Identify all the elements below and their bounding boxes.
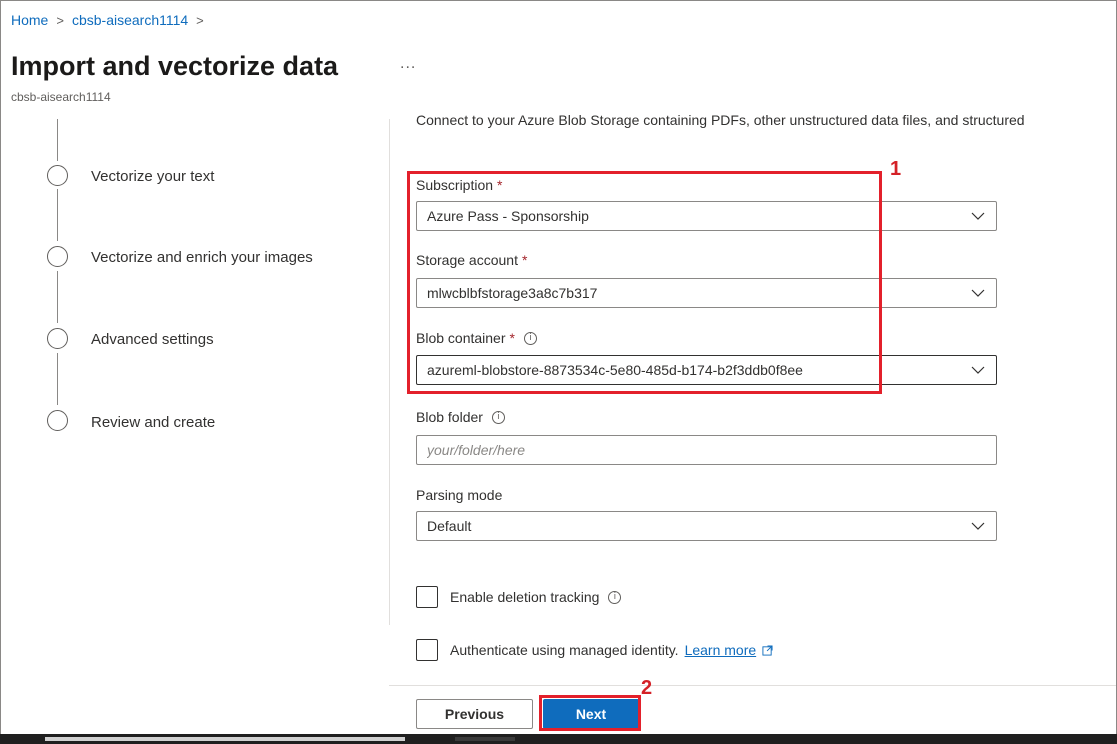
panel-divider (389, 119, 390, 625)
parsing-mode-value: Default (427, 518, 472, 534)
app-window: Home > cbsb-aisearch1114 > Import and ve… (0, 0, 1117, 736)
step-connector (57, 119, 58, 161)
parsing-mode-label-text: Parsing mode (416, 487, 503, 503)
blob-folder-label: Blob folder i (416, 409, 505, 425)
step-circle-icon (47, 165, 68, 186)
more-options-button[interactable]: ... (400, 55, 416, 73)
chevron-right-icon: > (196, 12, 204, 28)
taskbar-strip (0, 734, 1117, 744)
step-review-create[interactable]: Review and create (91, 414, 215, 431)
chevron-down-icon (971, 289, 985, 297)
blob-folder-label-text: Blob folder (416, 409, 483, 425)
page-subtitle: cbsb-aisearch1114 (11, 90, 111, 104)
chevron-down-icon (971, 366, 985, 374)
annotation-box-1 (407, 171, 882, 394)
breadcrumb: Home > cbsb-aisearch1114 > (11, 12, 204, 28)
step-vectorize-text[interactable]: Vectorize your text (91, 168, 214, 185)
annotation-number-1: 1 (890, 158, 902, 180)
breadcrumb-service-link[interactable]: cbsb-aisearch1114 (72, 12, 188, 28)
previous-button[interactable]: Previous (416, 699, 533, 729)
step-connector (57, 271, 58, 323)
info-icon[interactable]: i (608, 590, 622, 604)
chevron-down-icon (971, 522, 985, 530)
scrollbar-thumb[interactable] (45, 737, 405, 741)
chevron-down-icon (971, 212, 985, 220)
step-advanced-settings[interactable]: Advanced settings (91, 331, 214, 348)
managed-identity-row: Authenticate using managed identity. Lea… (416, 639, 773, 661)
deletion-tracking-checkbox[interactable] (416, 586, 438, 608)
step-vectorize-images[interactable]: Vectorize and enrich your images (91, 249, 313, 266)
step-circle-icon (47, 410, 68, 431)
step-connector (57, 353, 58, 405)
step-circle-icon (47, 246, 68, 267)
intro-text: Connect to your Azure Blob Storage conta… (416, 112, 1025, 128)
external-link-icon (762, 644, 773, 656)
breadcrumb-home-link[interactable]: Home (11, 12, 48, 28)
chevron-right-icon: > (56, 12, 64, 28)
info-icon[interactable]: i (491, 410, 505, 424)
parsing-mode-select[interactable]: Default (416, 511, 997, 541)
step-circle-icon (47, 328, 68, 349)
managed-identity-checkbox[interactable] (416, 639, 438, 661)
page-title: Import and vectorize data (11, 51, 339, 81)
blob-folder-input[interactable] (416, 435, 997, 465)
parsing-mode-label: Parsing mode (416, 487, 502, 503)
annotation-number-2: 2 (641, 677, 653, 699)
deletion-tracking-row: Enable deletion tracking i (416, 586, 622, 608)
managed-identity-label: Authenticate using managed identity. (450, 642, 679, 658)
step-connector (57, 189, 58, 241)
scrollbar-segment (455, 737, 515, 741)
deletion-tracking-label: Enable deletion tracking (450, 589, 600, 605)
learn-more-link[interactable]: Learn more (685, 642, 774, 658)
footer-divider (389, 685, 1116, 686)
learn-more-text: Learn more (684, 642, 757, 658)
annotation-box-2 (539, 695, 641, 731)
